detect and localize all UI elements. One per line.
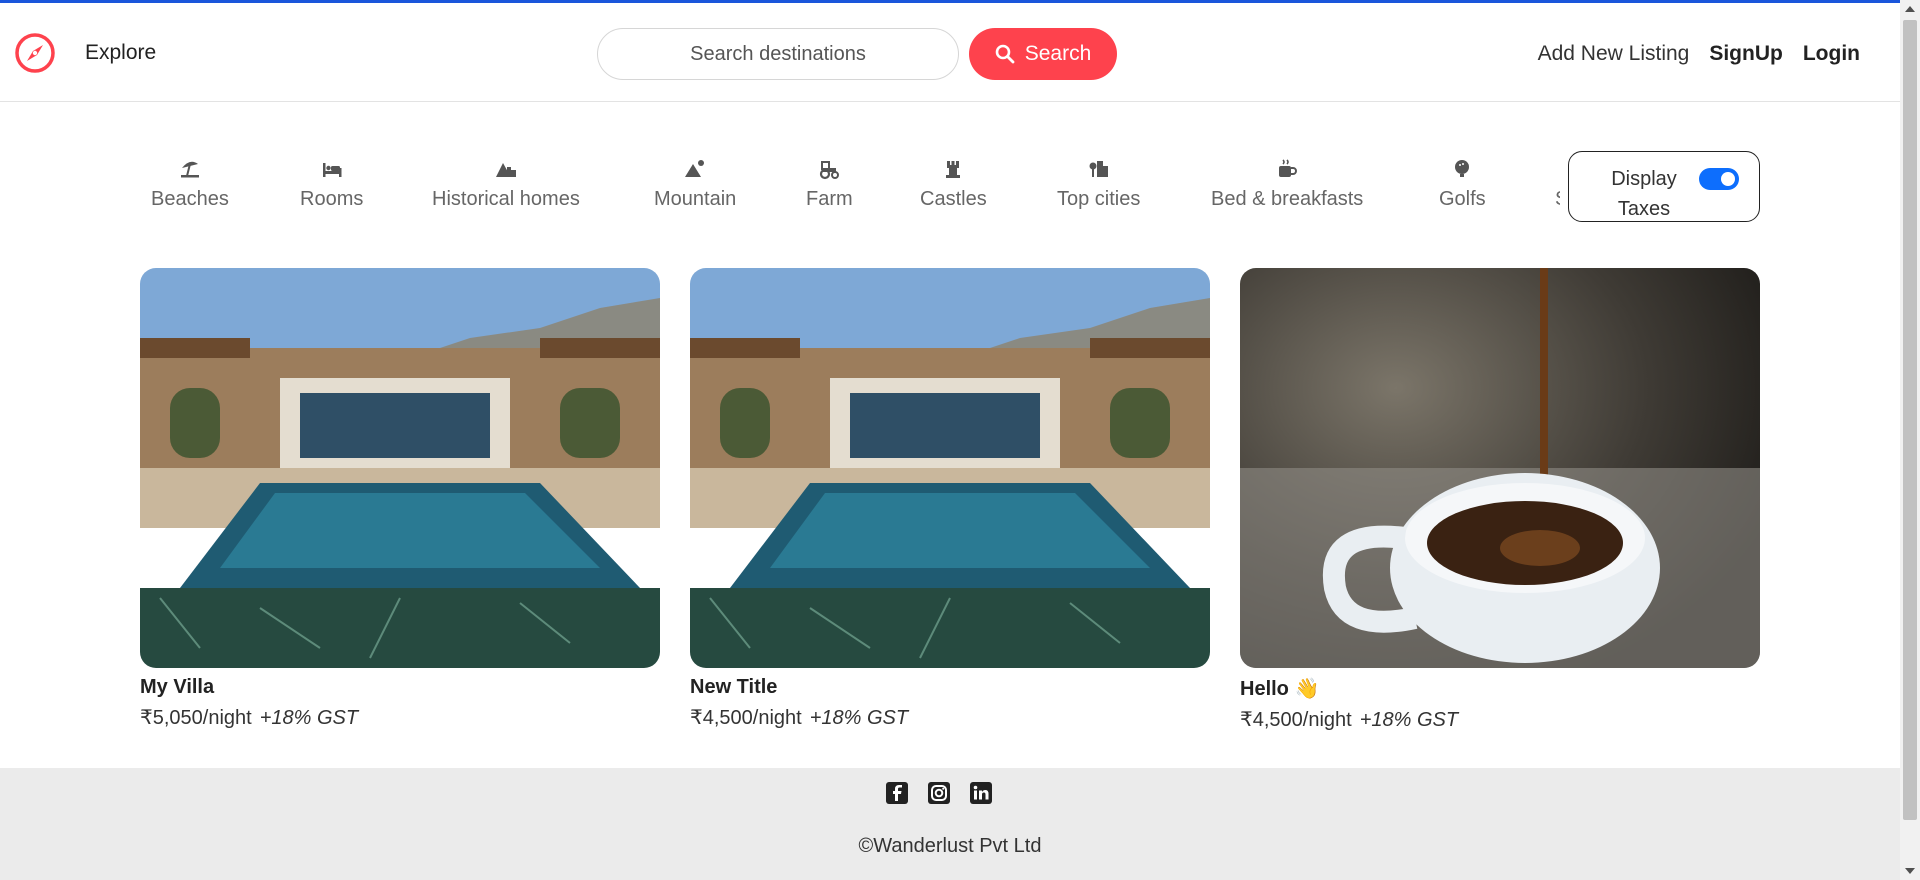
listing-card[interactable]: New Title ₹4,500/night +18% GST [690,268,1210,730]
listing-image-villa [140,268,660,668]
login-link[interactable]: Login [1803,42,1860,66]
golf-ball-icon [1451,158,1473,184]
explore-link[interactable]: Explore [85,41,156,65]
footer: ©Wanderlust Pvt Ltd [0,768,1900,880]
tax-toggle-label: Display Taxes [1611,168,1677,220]
filter-bed-breakfasts[interactable]: Bed & breakfasts [1211,158,1363,211]
filter-bar: Beaches Rooms Historical homes Mountain … [140,158,1560,218]
filter-castles[interactable]: Castles [920,158,987,211]
scroll-up-arrow-icon[interactable] [1905,6,1915,12]
tax-note: +18% GST [1359,709,1459,731]
search-button-label: Search [1024,42,1092,65]
price-value: ₹4,500/night [1240,709,1352,731]
scroll-down-arrow-icon[interactable] [1905,868,1915,874]
facebook-icon[interactable] [886,782,908,804]
listing-card[interactable]: Hello 👋 ₹4,500/night +18% GST [1240,268,1760,732]
nav-links: Add New Listing SignUp Login [1538,42,1860,66]
vertical-scrollbar[interactable] [1900,0,1920,880]
filter-farm[interactable]: Farm [806,158,853,211]
filter-partial[interactable]: S [1555,158,1560,211]
listing-title: Hello 👋 [1240,678,1320,700]
filter-mountain[interactable]: Mountain [654,158,736,211]
listing-title: New Title [690,676,778,698]
mountain-city-icon [495,158,517,184]
bed-icon [321,158,343,184]
price-value: ₹5,050/night [140,707,252,729]
listing-price: ₹4,500/night +18% GST [690,705,1210,730]
listing-title: My Villa [140,676,215,698]
filter-beaches[interactable]: Beaches [151,158,229,211]
filter-historical-homes[interactable]: Historical homes [432,158,580,211]
mug-hot-icon [1276,158,1298,184]
filter-label: Beaches [151,188,229,210]
tax-toggle-switch[interactable] [1699,168,1739,190]
filter-label: Bed & breakfasts [1211,188,1364,210]
filter-top-cities[interactable]: Top cities [1057,158,1140,211]
mountain-sun-icon [684,158,706,184]
copyright-text: ©Wanderlust Pvt Ltd [858,835,1042,857]
filter-label: Historical homes [432,188,580,210]
search-input[interactable] [597,28,959,80]
tractor-icon [818,158,840,184]
instagram-icon[interactable] [928,782,950,804]
umbrella-beach-icon [179,158,201,184]
search-icon [995,44,1015,64]
filter-label: Golfs [1439,188,1486,210]
scroll-thumb[interactable] [1903,20,1917,820]
tax-note: +18% GST [259,707,359,729]
chess-rook-icon [942,158,964,184]
tax-toggle-box[interactable]: Display Taxes [1568,151,1760,222]
add-new-listing-link[interactable]: Add New Listing [1538,42,1690,66]
filter-label: Mountain [654,188,737,210]
filter-rooms[interactable]: Rooms [300,158,363,211]
price-value: ₹4,500/night [690,707,802,729]
listing-card[interactable]: My Villa ₹5,050/night +18% GST [140,268,660,730]
compass-icon[interactable] [14,32,56,74]
filter-label: Top cities [1057,188,1141,210]
filter-label: S [1555,188,1560,211]
navbar: Explore Search Add New Listing SignUp Lo… [0,3,1900,102]
listing-price: ₹4,500/night +18% GST [1240,707,1760,732]
linkedin-icon[interactable] [970,782,992,804]
social-links [886,782,992,804]
signup-link[interactable]: SignUp [1709,42,1783,66]
search-button[interactable]: Search [969,28,1117,80]
listing-image-coffee [1240,268,1760,668]
listing-price: ₹5,050/night +18% GST [140,705,660,730]
tax-note: +18% GST [809,707,909,729]
filter-golfs[interactable]: Golfs [1439,158,1486,211]
filter-label: Farm [806,188,853,210]
filter-label: Castles [920,188,987,210]
listing-image-villa [690,268,1210,668]
filter-label: Rooms [300,188,364,210]
city-icon [1088,158,1110,184]
